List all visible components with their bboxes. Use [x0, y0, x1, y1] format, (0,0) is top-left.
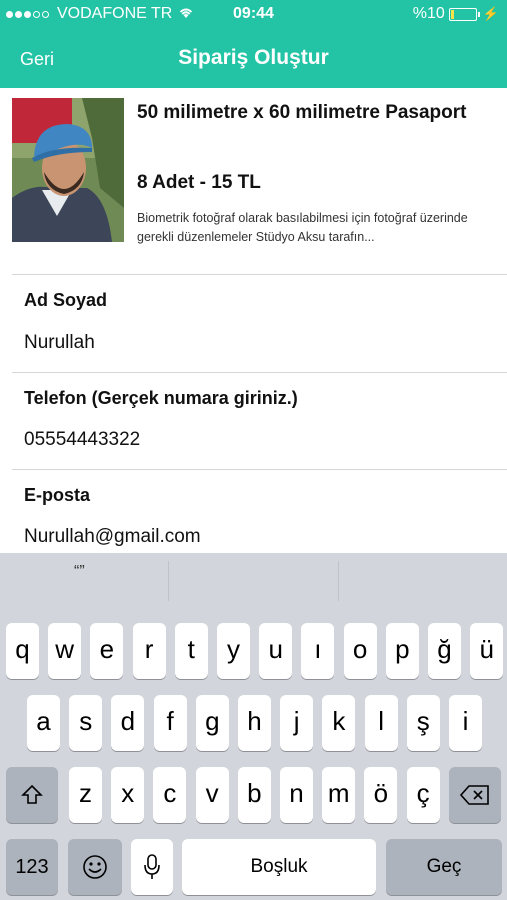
name-field[interactable]: Nurullah [24, 332, 95, 354]
key-z[interactable]: z [69, 767, 102, 823]
key-k[interactable]: k [322, 695, 356, 751]
product-price: 8 Adet - 15 TL [137, 172, 261, 193]
key-i[interactable]: i [449, 695, 482, 751]
key-n[interactable]: n [280, 767, 313, 823]
microphone-key[interactable] [131, 839, 173, 895]
emoji-key[interactable] [68, 839, 122, 895]
key-j[interactable]: j [280, 695, 314, 751]
key-m[interactable]: m [322, 767, 356, 823]
delete-icon [449, 767, 501, 813]
key-g[interactable]: g [195, 695, 229, 751]
status-bar: VODAFONE TR 09:44 %10 ⚡ [0, 0, 507, 30]
shift-icon [6, 767, 58, 826]
key-ü[interactable]: ü [470, 623, 504, 679]
prediction-left-text: “” [74, 563, 85, 580]
key-y[interactable]: y [217, 623, 250, 679]
key-ö[interactable]: ö [364, 767, 398, 823]
key-r[interactable]: r [132, 623, 166, 679]
numbers-key[interactable]: 123 [6, 839, 58, 895]
microphone-icon [131, 839, 173, 888]
key-h[interactable]: h [238, 695, 271, 751]
product-summary: 50 milimetre x 60 milimetre Pasaport 8 A… [0, 88, 507, 274]
key-s[interactable]: s [69, 695, 103, 751]
charging-bolt-icon: ⚡ [482, 6, 499, 21]
key-x[interactable]: x [111, 767, 145, 823]
divider [12, 469, 507, 470]
key-l[interactable]: l [364, 695, 398, 751]
key-e[interactable]: e [90, 623, 124, 679]
key-c[interactable]: c [153, 767, 187, 823]
key-p[interactable]: p [385, 623, 419, 679]
page-title: Sipariş Oluştur [178, 46, 329, 69]
key-ğ[interactable]: ğ [428, 623, 461, 679]
key-f[interactable]: f [153, 695, 187, 751]
status-bar-right: %10 ⚡ [413, 5, 499, 23]
divider [12, 372, 507, 373]
product-photo [12, 98, 124, 242]
key-q[interactable]: q [6, 623, 39, 679]
prediction-center[interactable] [169, 553, 338, 609]
prediction-left[interactable]: “” [0, 553, 168, 609]
delete-key[interactable] [449, 767, 501, 823]
product-title: 50 milimetre x 60 milimetre Pasaport [137, 102, 467, 123]
phone-field[interactable]: 05554443322 [24, 429, 140, 451]
product-description: Biometrik fotoğraf olarak basılabilmesi … [137, 211, 468, 244]
name-label: Ad Soyad [24, 290, 108, 310]
phone-label: Telefon (Gerçek numara giriniz.) [24, 388, 298, 408]
keyboard: “” qwertyuıopğü asdfghjklşi zxcvbnmöç 12… [0, 553, 507, 900]
key-w[interactable]: w [48, 623, 82, 679]
key-ç[interactable]: ç [406, 767, 440, 823]
key-o[interactable]: o [343, 623, 377, 679]
key-a[interactable]: a [27, 695, 60, 751]
shift-key[interactable] [6, 767, 58, 823]
navigation-bar: Geri Sipariş Oluştur [0, 30, 507, 88]
prediction-bar: “” [0, 553, 507, 609]
return-key[interactable]: Geç [386, 839, 502, 895]
key-t[interactable]: t [174, 623, 208, 679]
key-ş[interactable]: ş [406, 695, 440, 751]
prediction-right[interactable] [339, 553, 507, 609]
battery-tip [477, 11, 480, 17]
battery-icon [448, 7, 477, 21]
email-field[interactable]: Nurullah@gmail.com [24, 526, 201, 548]
key-u[interactable]: u [259, 623, 293, 679]
key-b[interactable]: b [237, 767, 271, 823]
emoji-icon [68, 839, 122, 887]
email-label: E-posta [24, 485, 91, 505]
battery-percent: %10 [412, 5, 445, 22]
key-v[interactable]: v [195, 767, 229, 823]
key-d[interactable]: d [111, 695, 145, 751]
divider [12, 274, 507, 275]
key-ı[interactable]: ı [301, 623, 335, 679]
space-key[interactable]: Boşluk [182, 839, 376, 895]
